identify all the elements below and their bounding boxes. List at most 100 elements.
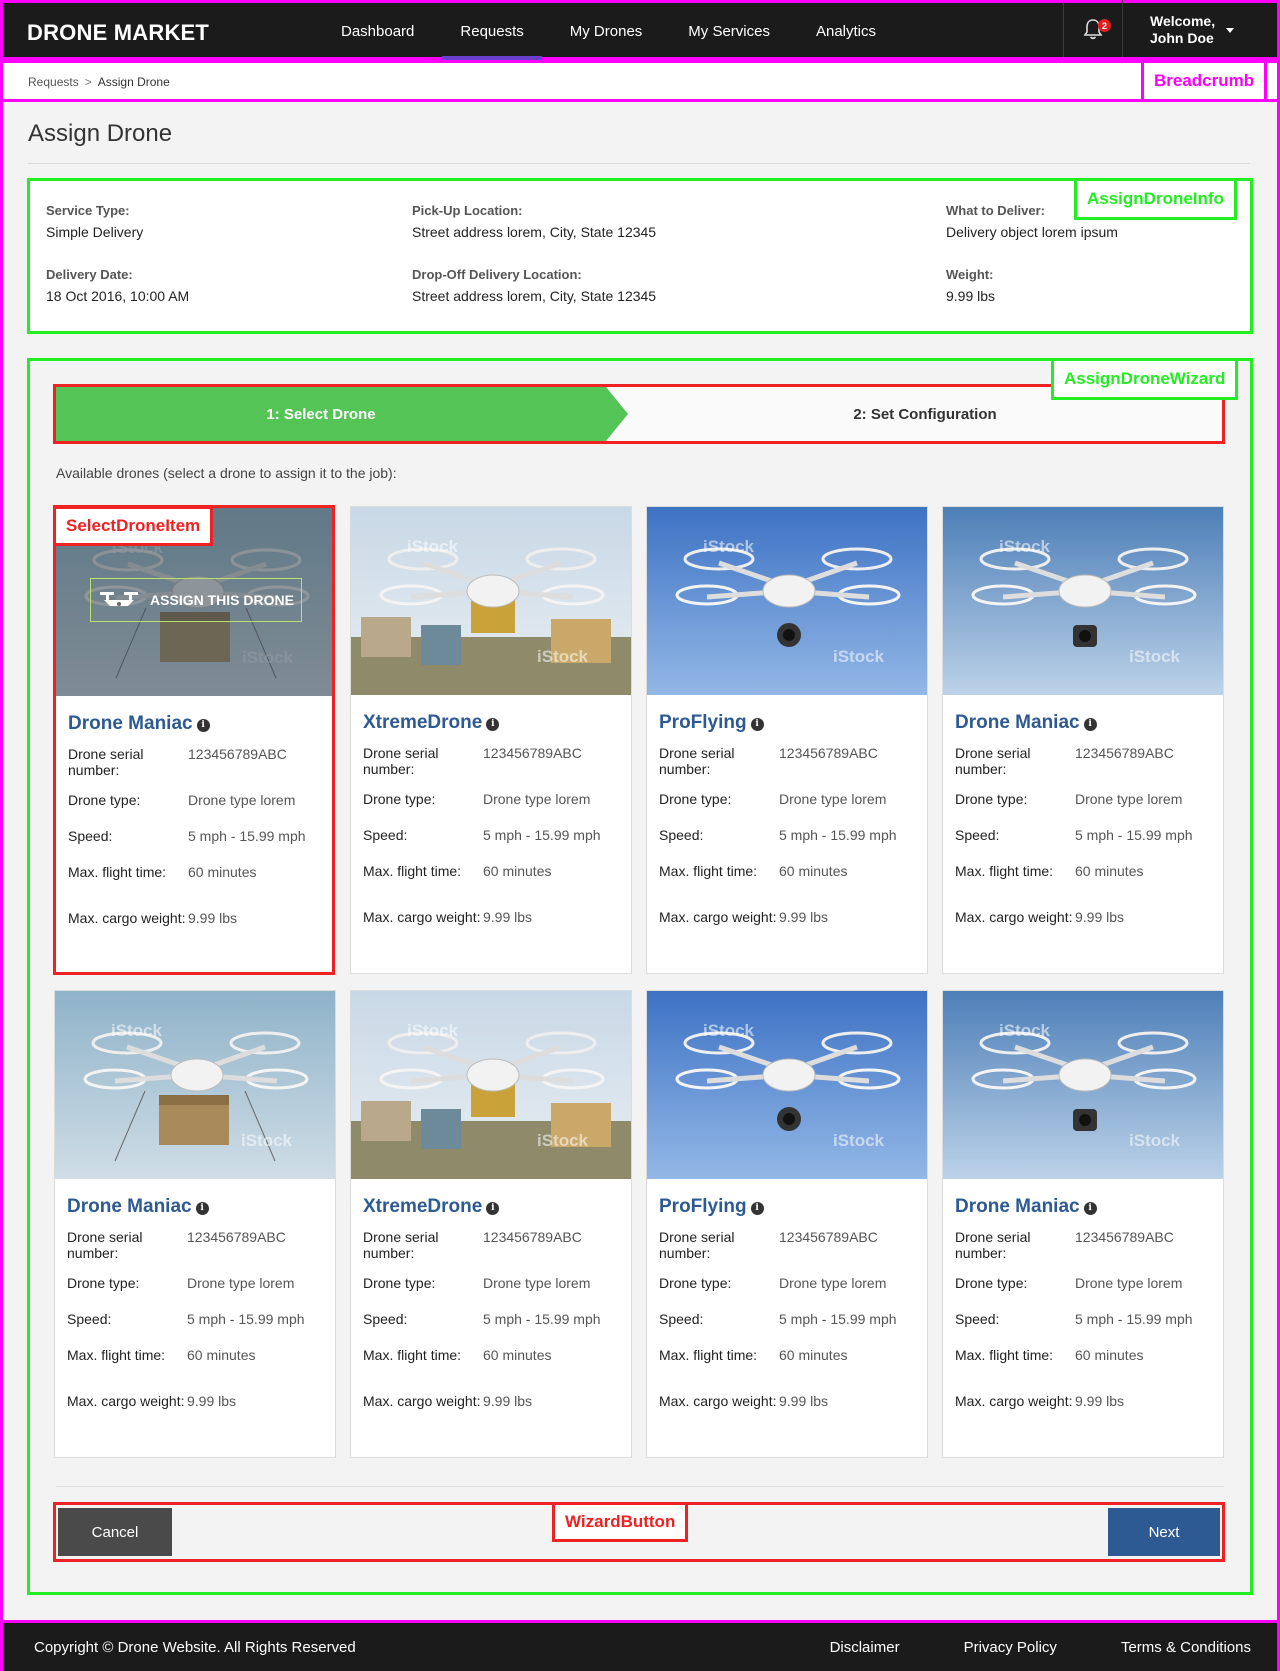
drone-card[interactable]: iStock iStock Drone Maniac i Drone serial nu…: [942, 506, 1224, 974]
spec-serial: Drone serial number: 123456789ABC: [363, 745, 623, 777]
spec-type: Drone type: Drone type lorem: [363, 1275, 623, 1291]
watermark: iStock: [833, 1131, 885, 1150]
watermark: iStock: [1129, 1131, 1181, 1150]
spec-label: Drone type:: [659, 791, 732, 807]
drone-name[interactable]: ProFlying i: [659, 1196, 764, 1218]
spec-value: 9.99 lbs: [188, 910, 238, 926]
service-type-field: Service Type: Simple Delivery: [46, 203, 143, 240]
spec-value: 123456789ABC: [483, 745, 582, 761]
drone-image-frame: iStock iStock: [943, 507, 1223, 695]
spec-label: Drone serial number:: [659, 1229, 735, 1261]
spec-label: Drone type:: [68, 792, 141, 808]
next-button[interactable]: Next: [1108, 1508, 1220, 1556]
copyright-text: Copyright © Drone Website. All Rights Re…: [34, 1639, 356, 1656]
spec-label: Max. cargo weight:: [955, 1393, 1073, 1409]
footer-link-disclaimer[interactable]: Disclaimer: [830, 1639, 900, 1656]
pickup-value: Street address lorem, City, State 12345: [412, 224, 657, 240]
info-icon[interactable]: i: [1083, 718, 1097, 731]
spec-type: Drone type: Drone type lorem: [659, 1275, 919, 1291]
drone-card[interactable]: iStockiStockASSIGN THIS DRONEDrone Mania…: [53, 505, 335, 975]
spec-value: Drone type lorem: [483, 1275, 591, 1291]
nav-item-analytics[interactable]: Analytics: [798, 3, 894, 60]
drone-card[interactable]: iStock iStock Drone Maniac i Drone serial nu…: [942, 990, 1224, 1458]
notifications-button[interactable]: 2: [1063, 0, 1123, 57]
spec-label: Speed:: [68, 828, 113, 844]
breadcrumb-requests-link[interactable]: Requests: [28, 75, 79, 89]
footer-links: Disclaimer Privacy Policy Terms & Condit…: [766, 1639, 1251, 1656]
spec-label: Drone serial number:: [955, 1229, 1031, 1261]
spec-label: Max. cargo weight:: [659, 1393, 777, 1409]
service-type-label: Service Type:: [46, 203, 130, 218]
spec-value: 9.99 lbs: [187, 1393, 237, 1409]
spec-speed: Speed: 5 mph - 15.99 mph: [363, 827, 623, 843]
drone-name[interactable]: XtremeDrone i: [363, 1196, 500, 1218]
nav-item-dashboard[interactable]: Dashboard: [323, 3, 432, 60]
drone-name-text: Drone Maniac: [67, 1196, 192, 1217]
item-annotation: SelectDroneItem: [53, 506, 214, 546]
weight-label: Weight:: [946, 267, 994, 282]
drone-card[interactable]: iStock iStock XtremeDrone i Drone serial num…: [350, 990, 632, 1458]
footer-link-privacy[interactable]: Privacy Policy: [964, 1639, 1057, 1656]
drone-name[interactable]: ProFlying i: [659, 712, 764, 734]
drone-image: [647, 991, 927, 1179]
spec-speed: Speed: 5 mph - 15.99 mph: [68, 828, 328, 844]
spec-value: 5 mph - 15.99 mph: [187, 1311, 305, 1327]
spec-value: 123456789ABC: [483, 1229, 582, 1245]
drone-name-text: Drone Maniac: [68, 713, 193, 734]
spec-value: Drone type lorem: [779, 791, 887, 807]
spec-flight: Max. flight time: 60 minutes: [67, 1347, 327, 1363]
drone-image: [351, 991, 631, 1179]
info-icon[interactable]: i: [750, 718, 764, 731]
info-icon[interactable]: i: [486, 1202, 500, 1215]
footer-link-terms[interactable]: Terms & Conditions: [1121, 1639, 1251, 1656]
drone-name[interactable]: Drone Maniac i: [955, 712, 1097, 734]
spec-value: 60 minutes: [187, 1347, 256, 1363]
assign-drone-button[interactable]: ASSIGN THIS DRONE: [90, 578, 302, 622]
info-icon[interactable]: i: [750, 1202, 764, 1215]
wizard-divider: [56, 1486, 1224, 1487]
spec-value: 60 minutes: [483, 863, 552, 879]
info-icon[interactable]: i: [195, 1202, 209, 1215]
caret-down-icon[interactable]: [1226, 28, 1234, 33]
deliver-value: Delivery object lorem ipsum: [946, 224, 1118, 240]
brand-logo[interactable]: DRONE MARKET: [27, 20, 209, 46]
drone-card[interactable]: iStock iStock ProFlying i Drone serial numbe…: [646, 506, 928, 974]
drone-card[interactable]: iStock iStock XtremeDrone i Drone serial num…: [350, 506, 632, 974]
spec-label: Max. flight time:: [67, 1347, 166, 1363]
nav-item-requests[interactable]: Requests: [442, 3, 543, 60]
drone-card[interactable]: iStock iStock ProFlying i Drone serial numbe…: [646, 990, 928, 1458]
spec-label: Drone serial number:: [67, 1229, 143, 1261]
user-menu[interactable]: Welcome, John Doe: [1150, 13, 1215, 47]
drone-name[interactable]: Drone Maniac i: [68, 713, 210, 735]
drone-icon: [100, 592, 139, 606]
info-icon[interactable]: i: [196, 719, 210, 732]
spec-type: Drone type: Drone type lorem: [363, 791, 623, 807]
nav-item-my-services[interactable]: My Services: [670, 3, 788, 60]
spec-value: 5 mph - 15.99 mph: [483, 827, 601, 843]
spec-value: Drone type lorem: [483, 791, 591, 807]
weight-field: Weight: 9.99 lbs: [946, 267, 995, 304]
spec-label: Max. cargo weight:: [67, 1393, 185, 1409]
drone-card[interactable]: iStock iStock Drone Maniac i Drone serial nu…: [54, 990, 336, 1458]
breadcrumb-bar: Requests > Assign Drone: [0, 60, 1280, 102]
dropoff-value: Street address lorem, City, State 12345: [412, 288, 657, 304]
drone-image: [351, 507, 631, 695]
spec-label: Max. cargo weight:: [363, 1393, 481, 1409]
step-select-drone[interactable]: 1: Select Drone: [56, 387, 606, 441]
info-icon[interactable]: i: [1083, 1202, 1097, 1215]
spec-label: Drone type:: [659, 1275, 732, 1291]
spec-type: Drone type: Drone type lorem: [67, 1275, 327, 1291]
pickup-label: Pick-Up Location:: [412, 203, 523, 218]
title-divider: [28, 163, 1250, 164]
drone-image: [943, 507, 1223, 695]
cancel-button[interactable]: Cancel: [58, 1508, 172, 1556]
nav-item-my-drones[interactable]: My Drones: [552, 3, 661, 60]
info-icon[interactable]: i: [486, 718, 500, 731]
spec-flight: Max. flight time: 60 minutes: [363, 1347, 623, 1363]
drone-name[interactable]: XtremeDrone i: [363, 712, 500, 734]
drone-name[interactable]: Drone Maniac i: [67, 1196, 209, 1218]
drone-name-text: ProFlying: [659, 1196, 747, 1217]
drone-name[interactable]: Drone Maniac i: [955, 1196, 1097, 1218]
watermark: iStock: [703, 537, 755, 556]
spec-flight: Max. flight time: 60 minutes: [955, 863, 1215, 879]
